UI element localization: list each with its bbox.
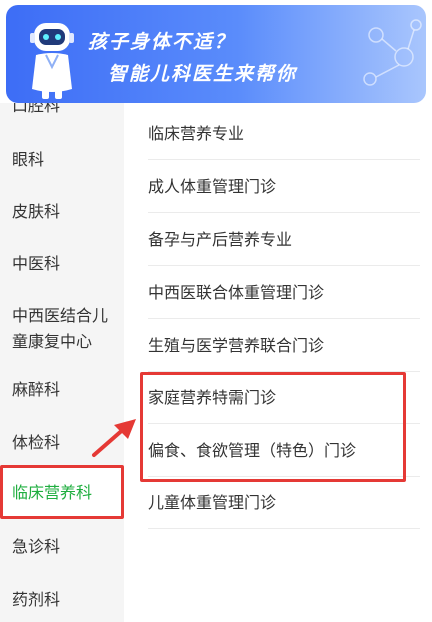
clinic-item[interactable]: 成人体重管理门诊	[148, 161, 420, 213]
highlight-box-clinics	[140, 372, 406, 482]
sidebar-item-ophthalmology[interactable]: 眼科	[0, 147, 124, 173]
red-arrow-icon	[92, 419, 136, 457]
clinic-item[interactable]: 临床营养专业	[148, 108, 420, 160]
highlight-box-sidebar	[0, 465, 124, 519]
promo-banner[interactable]: 孩子身体不适？ 智能儿科医生来帮你	[6, 5, 426, 103]
clinic-item[interactable]: 备孕与产后营养专业	[148, 214, 420, 266]
sidebar-item-tcm[interactable]: 中医科	[0, 251, 124, 277]
sidebar-item-integrated-rehab-line2[interactable]: 童康复中心	[0, 329, 124, 355]
banner-title: 孩子身体不适？	[88, 31, 236, 53]
sidebar-item-pharmacy[interactable]: 药剂科	[0, 587, 124, 613]
department-sidebar: 口腔科 眼科 皮肤科 中医科 中西医结合儿 童康复中心 麻醉科 体检科 临床营养…	[0, 103, 124, 622]
molecule-decoration-icon	[363, 19, 422, 86]
sidebar-item-stomatology[interactable]: 口腔科	[0, 103, 124, 119]
sidebar-item-integrated-rehab-line1[interactable]: 中西医结合儿	[0, 303, 124, 329]
clinic-list: 临床营养专业 成人体重管理门诊 备孕与产后营养专业 中西医联合体重管理门诊 生殖…	[124, 103, 432, 622]
clinic-item[interactable]: 中西医联合体重管理门诊	[148, 267, 420, 319]
robot-doctor-icon	[30, 23, 74, 99]
sidebar-item-anesthesiology[interactable]: 麻醉科	[0, 377, 124, 403]
sidebar-item-emergency[interactable]: 急诊科	[0, 534, 124, 560]
clinic-item[interactable]: 儿童体重管理门诊	[148, 477, 420, 529]
banner-subtitle: 智能儿科医生来帮你	[108, 63, 298, 85]
clinic-item[interactable]: 生殖与医学营养联合门诊	[148, 320, 420, 372]
sidebar-item-dermatology[interactable]: 皮肤科	[0, 199, 124, 225]
